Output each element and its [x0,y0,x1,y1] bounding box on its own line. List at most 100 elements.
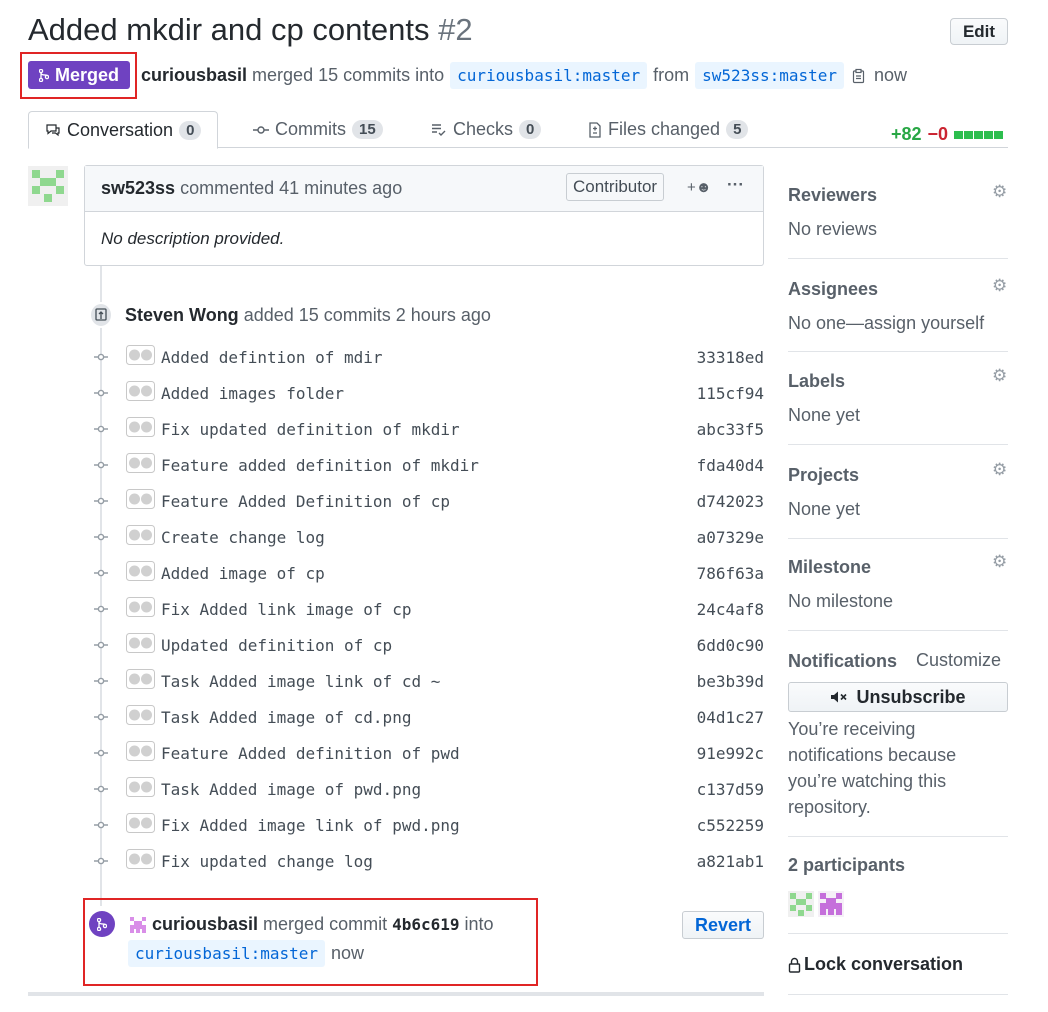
page-title: Added mkdir and cp contents #2 [28,12,473,48]
commit-author-avatar[interactable] [126,597,155,617]
additions-count: +82 [891,124,922,144]
lock-conversation-link[interactable]: Lock conversation [788,954,963,975]
commit-message[interactable]: Updated definition of cp [161,636,392,655]
merger-avatar[interactable] [128,915,148,935]
tab-files-changed[interactable]: Files changed 5 [588,111,749,148]
commit-message[interactable]: Task Added image link of cd ~ [161,672,440,691]
git-commit-icon [94,422,108,436]
assignees-title[interactable]: Assignees [788,279,878,300]
assignees-gear-icon[interactable]: ⚙ [992,276,1007,296]
commit-sha[interactable]: c137d59 [697,780,764,799]
milestone-title[interactable]: Milestone [788,557,871,578]
head-branch[interactable]: sw523ss:master [695,62,845,89]
commit-sha[interactable]: 6dd0c90 [697,636,764,655]
commit-message[interactable]: Added defintion of mdir [161,348,383,367]
assignees-value[interactable]: No one—assign yourself [788,313,984,334]
commit-author-avatar[interactable] [126,741,155,761]
sidebar-divider [788,444,1008,445]
commit-sha[interactable]: abc33f5 [697,420,764,439]
merger-name[interactable]: curiousbasil [152,914,258,935]
comment-timestamp[interactable]: commented 41 minutes ago [180,178,402,199]
lock-icon [788,957,801,973]
commit-sha[interactable]: 115cf94 [697,384,764,403]
commit-author-avatar[interactable] [126,813,155,833]
projects-title[interactable]: Projects [788,465,859,486]
clipboard-icon[interactable] [852,68,866,84]
commit-sha[interactable]: a07329e [697,528,764,547]
tab-conversation[interactable]: Conversation 0 [28,111,219,149]
pr-title-text: Added mkdir and cp contents [28,12,430,47]
commit-author-avatar[interactable] [126,525,155,545]
commit-author-avatar[interactable] [126,561,155,581]
customize-link[interactable]: Customize [916,650,1001,671]
tab-commits[interactable]: Commits 15 [253,111,383,148]
edit-button[interactable]: Edit [950,18,1008,45]
reviewers-value: No reviews [788,219,878,239]
participant-avatar[interactable] [818,891,844,917]
commits-author[interactable]: Steven Wong [125,305,239,325]
add-reaction-icon[interactable]: +☻ [687,179,712,196]
commit-sha[interactable]: fda40d4 [697,456,764,475]
commit-author-avatar[interactable] [126,489,155,509]
tab-checks[interactable]: Checks 0 [431,111,542,148]
commit-sha[interactable]: be3b39d [697,672,764,691]
participant-avatar[interactable] [788,891,814,917]
labels-gear-icon[interactable]: ⚙ [992,366,1007,386]
commit-message[interactable]: Fix Added link image of cp [161,600,411,619]
more-options-icon[interactable]: ··· [727,175,744,195]
git-commit-icon [94,386,108,400]
commit-author-avatar[interactable] [126,633,155,653]
comment-author[interactable]: sw523ss [101,178,175,199]
unsubscribe-button[interactable]: Unsubscribe [788,682,1008,712]
commit-author-avatar[interactable] [126,345,155,365]
commit-row: Feature Added definition of pwd 91e992c [94,735,764,771]
commit-author-avatar[interactable] [126,453,155,473]
reviewers-gear-icon[interactable]: ⚙ [992,182,1007,202]
commit-message[interactable]: Task Added image of cd.png [161,708,411,727]
reviewers-title[interactable]: Reviewers [788,185,877,206]
sidebar-divider [788,630,1008,631]
commit-message[interactable]: Task Added image of pwd.png [161,780,421,799]
avatar[interactable] [28,166,68,206]
diffstat-bars [954,130,1004,139]
commit-author-avatar[interactable] [126,417,155,437]
commit-message[interactable]: Added image of cp [161,564,325,583]
commit-sha[interactable]: 04d1c27 [697,708,764,727]
projects-gear-icon[interactable]: ⚙ [992,460,1007,480]
commit-message[interactable]: Feature Added Definition of cp [161,492,450,511]
merge-commit-sha[interactable]: 4b6c619 [392,915,459,934]
tab-files-changed-count: 5 [726,120,749,139]
commit-author-avatar[interactable] [126,777,155,797]
commit-sha[interactable]: 33318ed [697,348,764,367]
commit-sha[interactable]: 91e992c [697,744,764,763]
base-branch[interactable]: curiousbasil:master [450,62,648,89]
commit-sha[interactable]: c552259 [697,816,764,835]
commit-sha[interactable]: d742023 [697,492,764,511]
commit-sha[interactable]: a821ab1 [697,852,764,871]
commit-message[interactable]: Fix Added image link of pwd.png [161,816,460,835]
milestone-gear-icon[interactable]: ⚙ [992,552,1007,572]
commit-message[interactable]: Added images folder [161,384,344,403]
commit-sha[interactable]: 24c4af8 [697,600,764,619]
commit-row: Fix updated definition of mkdir abc33f5 [94,411,764,447]
commit-message[interactable]: Create change log [161,528,325,547]
commit-message[interactable]: Feature Added definition of pwd [161,744,460,763]
merge-target-branch[interactable]: curiousbasil:master [128,940,326,967]
tab-commits-label: Commits [275,119,346,139]
git-commit-icon [94,638,108,652]
commit-message[interactable]: Fix updated definition of mkdir [161,420,460,439]
commit-author-avatar[interactable] [126,849,155,869]
commit-author-avatar[interactable] [126,669,155,689]
merged-commits-text: merged 15 commits into [252,65,445,85]
commit-sha[interactable]: 786f63a [697,564,764,583]
merge-author-link[interactable]: curiousbasil [141,65,247,86]
commit-row: Feature added definition of mkdir fda40d4 [94,447,764,483]
commit-author-avatar[interactable] [126,705,155,725]
commit-row: Create change log a07329e [94,519,764,555]
commit-message[interactable]: Fix updated change log [161,852,373,871]
revert-button[interactable]: Revert [682,911,764,939]
commit-author-avatar[interactable] [126,381,155,401]
labels-title[interactable]: Labels [788,371,845,392]
commit-message[interactable]: Feature added definition of mkdir [161,456,479,475]
commit-row: Added images folder 115cf94 [94,375,764,411]
